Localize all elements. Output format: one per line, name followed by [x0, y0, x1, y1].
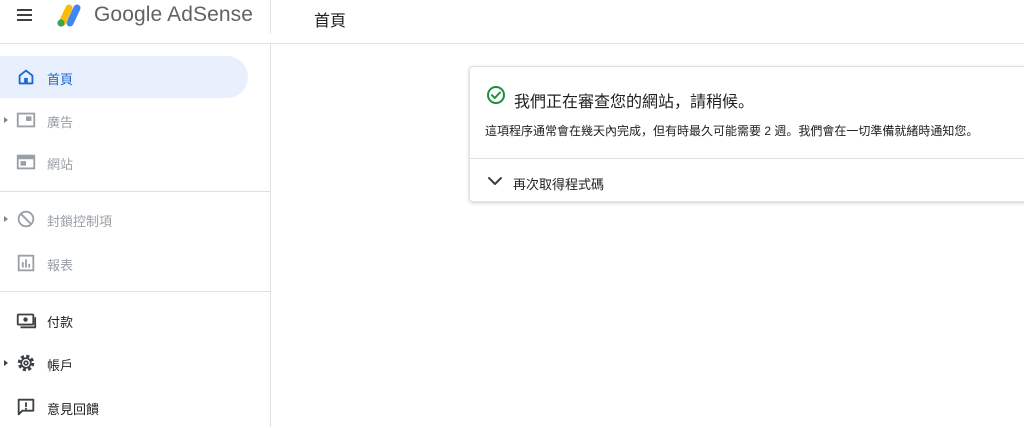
- sidebar-item-feedback[interactable]: 意見回饋: [0, 386, 250, 428]
- sidebar-divider: [0, 191, 271, 192]
- sidebar-item-label: 報表: [47, 258, 74, 273]
- brand-name[interactable]: Google AdSense: [94, 3, 253, 27]
- get-code-again-expander[interactable]: 再次取得程式碼: [470, 159, 1024, 203]
- sidebar-item-label: 廣告: [47, 115, 74, 130]
- expand-caret-icon[interactable]: [4, 360, 8, 366]
- sidebar-item-payments[interactable]: 付款: [0, 299, 250, 341]
- sidebar-item-label: 意見回饋: [47, 402, 100, 417]
- expand-caret-icon[interactable]: [4, 216, 8, 222]
- home-icon: [18, 69, 34, 85]
- sidebar-item-ads[interactable]: 廣告: [0, 99, 250, 141]
- top-app-bar: Google AdSense 首頁: [0, 0, 1024, 44]
- site-review-card: 我們正在審查您的網站，請稍候。 這項程序通常會在幾天內完成，但有時最久可能需要 …: [469, 66, 1024, 202]
- sidebar-divider: [0, 291, 271, 292]
- ads-icon: [16, 112, 36, 128]
- sidebar-item-home[interactable]: 首頁: [0, 56, 248, 98]
- expander-label: 再次取得程式碼: [513, 177, 605, 192]
- sidebar-item-account[interactable]: 帳戶: [0, 342, 250, 384]
- gear-icon: [17, 354, 35, 372]
- sidebar-item-sites[interactable]: 網站: [0, 141, 250, 183]
- sidebar-item-label: 網站: [47, 157, 74, 172]
- header-divider: [270, 0, 271, 33]
- sites-icon: [16, 154, 36, 170]
- reports-icon: [17, 254, 35, 272]
- chevron-down-icon: [488, 177, 502, 185]
- sidebar-nav: 首頁 廣告 網站 封鎖控制項 報表 付款 帳戶 意見回饋: [0, 44, 271, 427]
- expand-caret-icon[interactable]: [4, 117, 8, 123]
- sidebar-item-label: 首頁: [47, 72, 74, 87]
- check-circle-icon: [487, 86, 505, 104]
- block-icon: [17, 210, 35, 228]
- card-title: 我們正在審查您的網站，請稍候。: [514, 94, 755, 111]
- card-description: 這項程序通常會在幾天內完成，但有時最久可能需要 2 週。我們會在一切準備就緒時通…: [485, 124, 979, 138]
- page-title: 首頁: [314, 13, 347, 30]
- sidebar-item-label: 封鎖控制項: [47, 214, 113, 229]
- payments-icon: [16, 313, 37, 329]
- hamburger-menu-icon[interactable]: [14, 6, 38, 30]
- sidebar-item-blocking-controls[interactable]: 封鎖控制項: [0, 198, 250, 240]
- sidebar-item-label: 帳戶: [47, 358, 74, 373]
- sidebar-item-reports[interactable]: 報表: [0, 242, 250, 284]
- feedback-icon: [17, 398, 35, 416]
- sidebar-item-label: 付款: [47, 315, 74, 330]
- adsense-logo-icon: [57, 4, 81, 27]
